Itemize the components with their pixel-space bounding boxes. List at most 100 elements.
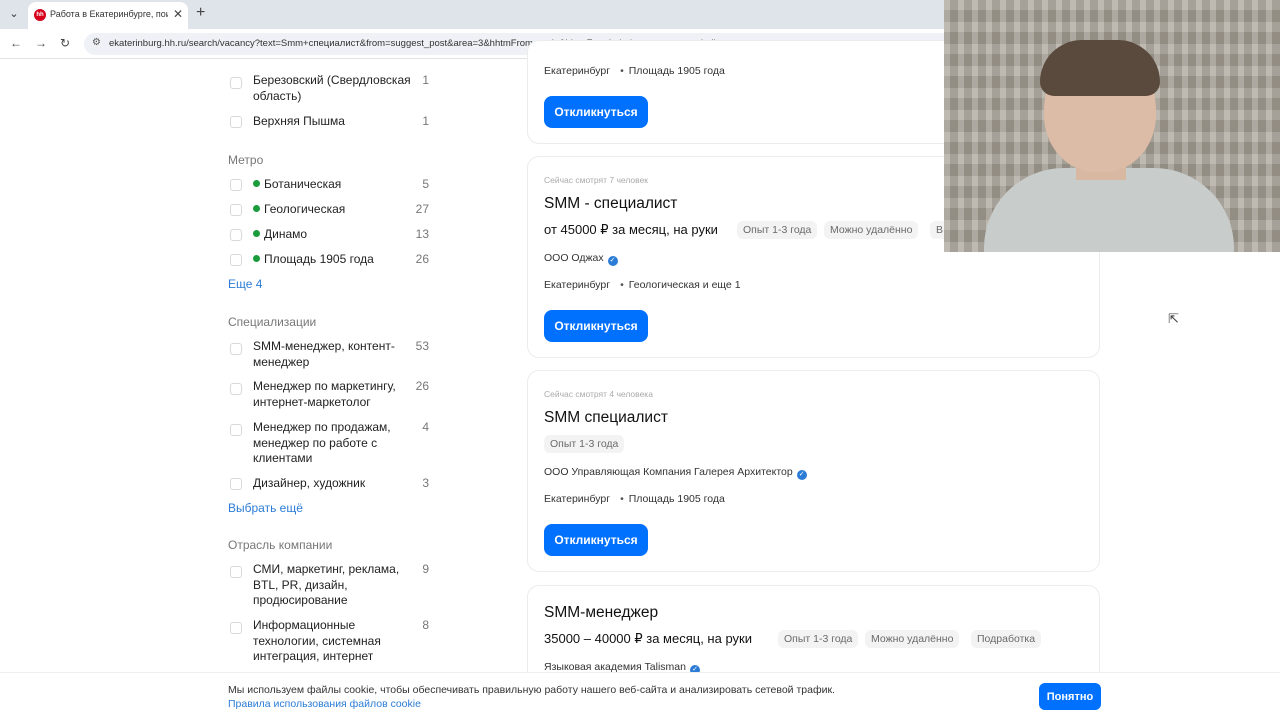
vacancy-salary: 35000 – 40000 ₽ за месяц, на руки: [544, 631, 752, 646]
filter-industry-media[interactable]: СМИ, маркетинг, реклама, BTL, PR, дизайн…: [228, 562, 433, 610]
vacancy-card: Сейчас смотрят 4 человека SMM специалист…: [527, 370, 1100, 572]
verified-icon: ✓: [607, 256, 618, 266]
filter-count: 3: [422, 476, 429, 490]
viewers-count: Сейчас смотрят 7 человек: [544, 175, 649, 185]
metro-line-icon: [253, 180, 260, 187]
new-tab-icon[interactable]: +: [196, 4, 205, 22]
filter-metro-dinamo[interactable]: Динамо 13: [228, 227, 433, 243]
checkbox[interactable]: [230, 204, 242, 216]
vacancy-city: Екатеринбург: [544, 65, 611, 77]
apply-button[interactable]: Откликнуться: [544, 96, 648, 128]
tag-remote: Можно удалённо: [865, 630, 960, 648]
metro-line-icon: [253, 230, 260, 237]
metro-line-icon: [253, 255, 260, 262]
reload-icon[interactable]: ↻: [60, 36, 70, 50]
tab-list-icon[interactable]: ⌄: [4, 5, 24, 23]
tag-experience: Опыт 1-3 года: [778, 630, 859, 648]
checkbox[interactable]: [230, 424, 242, 436]
specializations-more-link[interactable]: Выбрать ещё: [228, 501, 303, 515]
filter-label: СМИ, маркетинг, реклама, BTL, PR, дизайн…: [253, 562, 400, 607]
vacancy-salary: от 45000 ₽ за месяц, на руки: [544, 222, 718, 237]
checkbox[interactable]: [230, 77, 242, 89]
person-body: [984, 168, 1234, 252]
company-name: ООО Оджах: [544, 252, 604, 264]
filter-label: Ботаническая: [264, 177, 342, 191]
filter-industry-it[interactable]: Информационные технологии, системная инт…: [228, 618, 433, 666]
cookie-accept-button[interactable]: Понятно: [1039, 683, 1101, 710]
cookie-policy-link[interactable]: Правила использования файлов cookie: [228, 698, 421, 710]
forward-icon[interactable]: →: [35, 36, 47, 50]
metro-more-link[interactable]: Еще 4: [228, 277, 262, 291]
filter-spec-designer[interactable]: Дизайнер, художник 3: [228, 476, 433, 492]
filter-spec-smm-manager[interactable]: SMM-менеджер, контент-менеджер 53: [228, 339, 433, 371]
apply-button[interactable]: Откликнуться: [544, 310, 648, 342]
filter-metro-botanicheskaya[interactable]: Ботаническая 5: [228, 177, 433, 193]
checkbox[interactable]: [230, 179, 242, 191]
tag-experience: Опыт 1-3 года: [737, 221, 818, 239]
checkbox[interactable]: [230, 478, 242, 490]
vacancy-title[interactable]: SMM - специалист: [544, 195, 677, 213]
filter-count: 9: [422, 562, 429, 576]
vacancy-title[interactable]: SMM специалист: [544, 409, 668, 427]
checkbox[interactable]: [230, 343, 242, 355]
filter-label: Менеджер по маркетингу, интернет-маркето…: [253, 379, 396, 409]
tag-experience: Опыт 1-3 года: [544, 435, 625, 453]
filter-count: 4: [422, 420, 429, 434]
webcam-overlay: [944, 0, 1280, 252]
filter-label: Площадь 1905 года: [264, 252, 374, 266]
vacancy-city: Екатеринбург: [544, 493, 611, 505]
filter-count: 1: [422, 114, 429, 128]
filter-count: 26: [415, 379, 429, 393]
filter-label: Информационные технологии, системная инт…: [253, 618, 381, 663]
tag-part-time: Подработка: [971, 630, 1042, 648]
filter-count: 5: [422, 177, 429, 191]
filter-spec-marketing-manager[interactable]: Менеджер по маркетингу, интернет-маркето…: [228, 379, 433, 411]
apply-button[interactable]: Откликнуться: [544, 524, 648, 556]
checkbox[interactable]: [230, 383, 242, 395]
filter-spec-sales-manager[interactable]: Менеджер по продажам, менеджер по работе…: [228, 420, 433, 468]
filter-metro-geologicheskaya[interactable]: Геологическая 27: [228, 202, 433, 218]
site-settings-icon[interactable]: ⚙: [92, 37, 101, 48]
cookie-text: Мы используем файлы cookie, чтобы обеспе…: [228, 684, 835, 696]
filter-count: 27: [415, 202, 429, 216]
vacancy-company[interactable]: ООО Управляющая Компания Галерея Архитек…: [544, 466, 807, 480]
checkbox[interactable]: [230, 566, 242, 578]
filter-count: 8: [422, 618, 429, 632]
filter-label: Менеджер по продажам, менеджер по работе…: [253, 420, 391, 465]
filter-count: 13: [415, 227, 429, 241]
tag-remote: Можно удалённо: [824, 221, 919, 239]
vacancy-metro: Геологическая и еще 1: [620, 279, 740, 291]
cookie-banner: Мы используем файлы cookie, чтобы обеспе…: [0, 672, 1280, 720]
checkbox[interactable]: [230, 116, 242, 128]
vacancy-company[interactable]: ООО Оджах ✓: [544, 252, 618, 266]
filter-count: 1: [422, 73, 429, 87]
vacancy-metro: Площадь 1905 года: [620, 65, 725, 77]
filter-label: Динамо: [264, 227, 308, 241]
cursor-icon: ⇱: [1168, 311, 1179, 326]
filter-count: 53: [415, 339, 429, 353]
metro-line-icon: [253, 205, 260, 212]
filter-label: Дизайнер, художник: [253, 476, 366, 490]
filter-label: Березовский (Свердловская область): [253, 73, 411, 103]
viewers-count: Сейчас смотрят 4 человека: [544, 389, 653, 399]
hh-favicon-icon: hh: [34, 9, 46, 21]
filter-heading-metro: Метро: [228, 153, 264, 167]
vacancy-location: Екатеринбург Площадь 1905 года: [544, 493, 725, 505]
filter-label: SMM-менеджер, контент-менеджер: [253, 339, 395, 369]
close-icon[interactable]: ✕: [173, 7, 183, 21]
vacancy-card: SMM-менеджер 35000 – 40000 ₽ за месяц, н…: [527, 585, 1100, 685]
filter-city-berezovsky[interactable]: Березовский (Свердловская область) 1: [228, 73, 433, 105]
filter-heading-specializations: Специализации: [228, 315, 317, 329]
checkbox[interactable]: [230, 229, 242, 241]
filter-label: Верхняя Пышма: [253, 114, 345, 128]
tab-title: Работа в Екатеринбурге, поис: [50, 9, 168, 19]
filter-city-verkhnyaya-pyshma[interactable]: Верхняя Пышма 1: [228, 114, 433, 130]
filter-metro-ploshchad-1905[interactable]: Площадь 1905 года 26: [228, 252, 433, 268]
filter-heading-industry: Отрасль компании: [228, 538, 333, 552]
browser-tab[interactable]: hh Работа в Екатеринбурге, поис ✕: [28, 2, 188, 29]
vacancy-title[interactable]: SMM-менеджер: [544, 604, 658, 622]
checkbox[interactable]: [230, 622, 242, 634]
back-icon[interactable]: ←: [10, 36, 22, 50]
checkbox[interactable]: [230, 254, 242, 266]
verified-icon: ✓: [796, 470, 807, 480]
